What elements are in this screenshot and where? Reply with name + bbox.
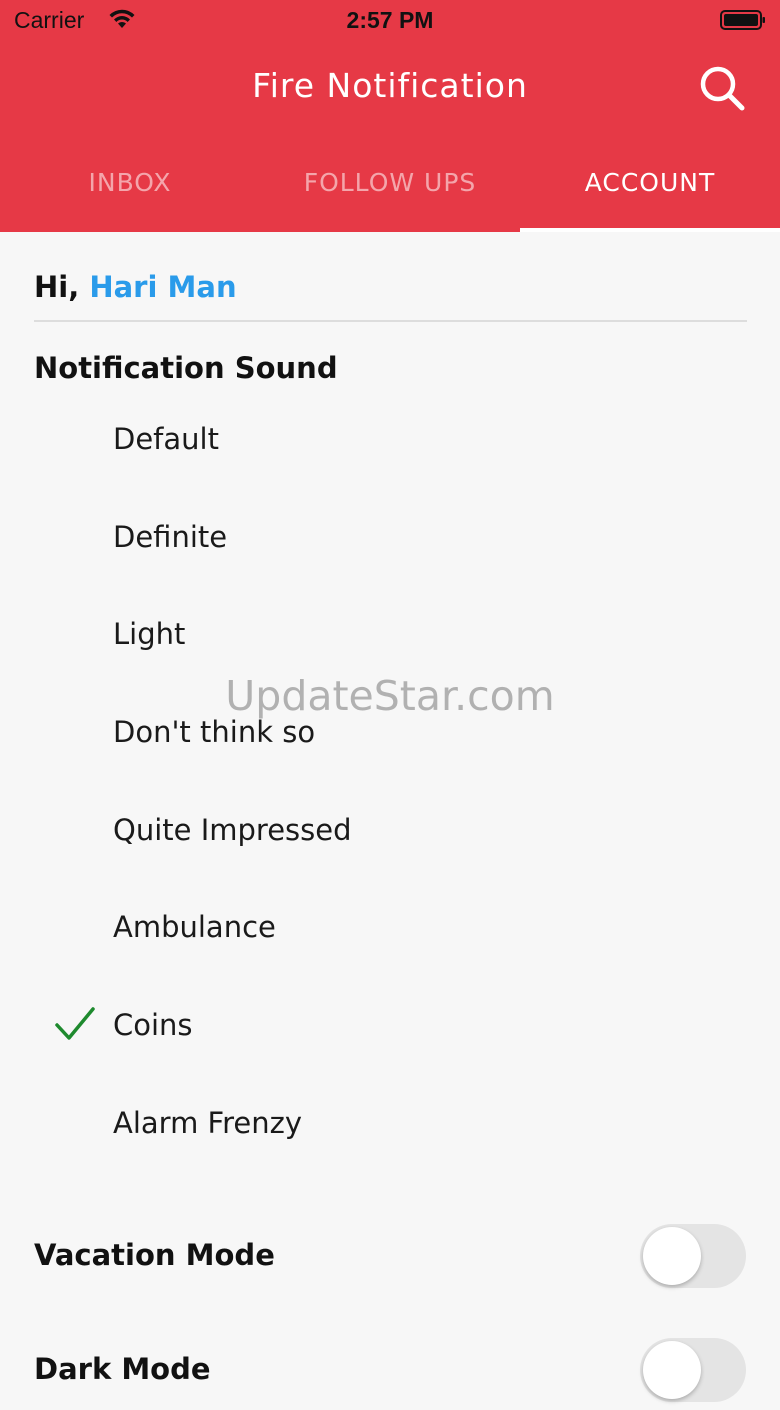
sound-option-default[interactable]: Default: [0, 392, 780, 490]
sound-option-label: Quite Impressed: [113, 812, 352, 847]
sound-option-label: Don't think so: [113, 715, 316, 750]
sound-option-coins[interactable]: Coins: [0, 978, 780, 1076]
greeting-prefix: Hi,: [34, 270, 80, 304]
status-time: 2:57 PM: [346, 7, 434, 33]
tab-bar: INBOX FOLLOW UPS ACCOUNT: [0, 150, 780, 232]
toggle-knob: [643, 1341, 701, 1399]
checkmark-icon: [55, 1007, 95, 1040]
tab-inbox[interactable]: INBOX: [0, 150, 260, 232]
sound-option-label: Ambulance: [113, 910, 276, 945]
battery-icon: [720, 10, 765, 30]
sound-option-label: Light: [113, 617, 186, 652]
app-header: Carrier 2:57 PM Fire Notification INBOX …: [0, 0, 780, 232]
search-icon[interactable]: [696, 62, 748, 114]
sound-option-definite[interactable]: Definite: [0, 490, 780, 588]
sound-option-list: Default Definite Light Don't think so Qu…: [0, 392, 780, 1174]
tab-account[interactable]: ACCOUNT: [520, 150, 780, 232]
sound-option-label: Definite: [113, 519, 228, 554]
sound-option-ambulance[interactable]: Ambulance: [0, 880, 780, 978]
sound-option-label: Alarm Frenzy: [113, 1105, 303, 1140]
dark-mode-label: Dark Mode: [34, 1352, 211, 1386]
tab-follow-ups[interactable]: FOLLOW UPS: [260, 150, 520, 232]
vacation-mode-row: Vacation Mode: [0, 1216, 780, 1296]
section-title-notification-sound: Notification Sound: [34, 351, 338, 385]
user-name[interactable]: Hari Man: [89, 270, 236, 304]
status-bar: Carrier 2:57 PM: [0, 0, 780, 44]
app-title: Fire Notification: [252, 66, 528, 105]
sound-option-quite-impressed[interactable]: Quite Impressed: [0, 783, 780, 881]
sound-option-label: Coins: [113, 1008, 193, 1043]
divider: [34, 320, 747, 322]
toggle-knob: [643, 1227, 701, 1285]
sound-option-alarm-frenzy[interactable]: Alarm Frenzy: [0, 1076, 780, 1174]
sound-option-label: Default: [113, 422, 219, 456]
vacation-mode-label: Vacation Mode: [34, 1238, 275, 1272]
greeting: Hi, Hari Man: [34, 270, 237, 304]
dark-mode-toggle[interactable]: [640, 1338, 746, 1402]
dark-mode-row: Dark Mode: [0, 1330, 780, 1410]
sound-option-light[interactable]: Light: [0, 587, 780, 685]
watermark: UpdateStar.com: [225, 672, 555, 720]
vacation-mode-toggle[interactable]: [640, 1224, 746, 1288]
